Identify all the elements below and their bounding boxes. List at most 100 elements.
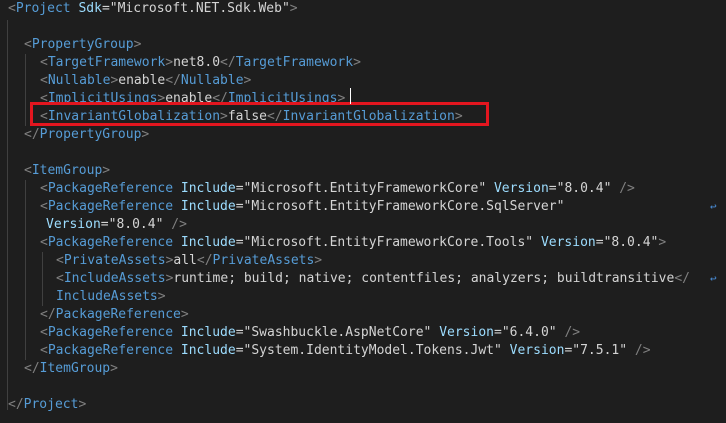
- code-token-br: <: [40, 235, 48, 250]
- code-token-tag: PackageReference: [55, 307, 181, 322]
- code-token-br: <: [40, 73, 48, 88]
- code-line[interactable]: <PackageReference Include="Microsoft.Ent…: [8, 198, 564, 216]
- code-token-attr: Include: [180, 199, 236, 214]
- code-token-br: >: [133, 37, 142, 52]
- code-line[interactable]: <PropertyGroup>: [8, 36, 141, 54]
- code-token-tag: PackageReference: [47, 325, 174, 340]
- code-token-tag: TargetFramework: [47, 55, 166, 70]
- code-token-br: >: [353, 55, 361, 70]
- code-token-br: >: [658, 235, 667, 250]
- code-token-eq: =: [235, 199, 244, 214]
- code-token-q: ": [548, 325, 557, 340]
- code-line[interactable]: </ItemGroup>: [8, 360, 118, 378]
- code-line[interactable]: <ItemGroup>: [8, 162, 110, 180]
- code-token-attr: Include: [180, 325, 236, 340]
- code-token-tag: PackageReference: [47, 181, 174, 196]
- code-token-br: <: [40, 343, 48, 358]
- code-token-br: >: [314, 253, 323, 268]
- code-token-attr: Sdk: [78, 1, 102, 16]
- code-token-attr: Version: [439, 325, 494, 340]
- code-token-val: Microsoft.EntityFrameworkCore: [251, 181, 479, 196]
- code-token-val: 8.0.4: [116, 217, 156, 232]
- code-token-tag: PackageReference: [47, 343, 174, 358]
- code-token-br: </: [196, 253, 213, 268]
- code-token-eq: =: [595, 235, 604, 250]
- code-line[interactable]: </PropertyGroup>: [8, 126, 149, 144]
- code-token-eq: =: [101, 1, 110, 16]
- code-token-sp: [173, 325, 181, 340]
- code-token-attr: Version: [509, 343, 565, 358]
- code-token-eq: =: [493, 325, 502, 340]
- code-token-sp: [486, 181, 494, 196]
- word-wrap-icon: ↩: [710, 200, 717, 213]
- code-line[interactable]: <PackageReference Include="Microsoft.Ent…: [8, 180, 635, 198]
- code-token-val: System.IdentityModel.Tokens.Jwt: [251, 343, 494, 358]
- code-token-text: enable: [118, 73, 166, 88]
- code-token-q: ": [572, 343, 581, 358]
- code-token-br: >: [180, 307, 189, 322]
- code-line[interactable]: IncludeAssets>: [8, 288, 166, 306]
- code-line[interactable]: <PackageReference Include="System.Identi…: [8, 342, 651, 360]
- code-token-br: </: [8, 397, 24, 412]
- code-token-sp: [431, 325, 439, 340]
- code-token-sp: [173, 235, 181, 250]
- code-line[interactable]: <PackageReference Include="Microsoft.Ent…: [8, 234, 666, 252]
- code-token-val: 8.0.4: [564, 181, 604, 196]
- code-token-val: Microsoft.EntityFrameworkCore.Tools: [251, 235, 526, 250]
- code-token-br: >: [165, 55, 174, 70]
- code-token-val: 6.4.0: [509, 325, 549, 340]
- code-token-sp: [173, 181, 181, 196]
- code-token-br: <: [40, 55, 48, 70]
- code-line[interactable]: <Project Sdk="Microsoft.NET.Sdk.Web">: [8, 0, 298, 18]
- code-token-br: </: [24, 361, 40, 376]
- code-line[interactable]: <TargetFramework>net8.0</TargetFramework…: [8, 54, 361, 72]
- code-line[interactable]: <IncludeAssets>runtime; build; native; c…: [8, 270, 690, 288]
- code-token-tag: PackageReference: [47, 235, 174, 250]
- code-token-br: >: [289, 1, 298, 16]
- code-token-tag: PropertyGroup: [39, 127, 142, 142]
- code-line[interactable]: <Nullable>enable</Nullable>: [8, 72, 251, 90]
- code-token-q: ": [619, 343, 628, 358]
- code-token-tag: ItemGroup: [31, 163, 103, 178]
- text-caret: [350, 88, 351, 104]
- code-token-q: ": [281, 1, 290, 16]
- code-token-sp: [502, 343, 510, 358]
- code-token-text: net8.0: [173, 55, 221, 70]
- code-token-eq: =: [235, 181, 244, 196]
- code-line[interactable]: <PrivateAssets>all</PrivateAssets>: [8, 252, 322, 270]
- code-line[interactable]: <PackageReference Include="Swashbuckle.A…: [8, 324, 580, 342]
- code-token-attr: Include: [180, 235, 236, 250]
- code-token-eq: =: [235, 235, 244, 250]
- code-token-q: ": [556, 199, 565, 214]
- code-token-eq: =: [548, 181, 557, 196]
- code-token-tag: PropertyGroup: [31, 37, 134, 52]
- code-token-tag: Nullable: [47, 73, 111, 88]
- code-token-br: <: [8, 1, 16, 16]
- code-token-br: </: [674, 271, 690, 286]
- code-token-q: ": [478, 181, 487, 196]
- code-editor[interactable]: <Project Sdk="Microsoft.NET.Sdk.Web"> <Pr…: [0, 0, 726, 423]
- code-token-attr: Include: [180, 181, 236, 196]
- code-token-attr: Version: [493, 181, 549, 196]
- code-line[interactable]: Version="8.0.4" />: [8, 216, 187, 234]
- code-token-q: ": [493, 343, 502, 358]
- code-token-attr: Version: [540, 235, 596, 250]
- code-token-tag: ItemGroup: [39, 361, 111, 376]
- code-token-br: <: [24, 163, 32, 178]
- code-token-br: </: [24, 127, 40, 142]
- code-token-eq: =: [235, 325, 244, 340]
- code-token-br: <: [24, 37, 32, 52]
- code-token-q: ": [501, 325, 510, 340]
- code-token-br: </: [165, 73, 181, 88]
- code-token-tag: TargetFramework: [235, 55, 354, 70]
- code-token-br: />: [634, 343, 651, 358]
- code-line[interactable]: </Project>: [8, 396, 86, 414]
- code-token-tag: IncludeAssets: [56, 289, 158, 304]
- code-token-br: />: [171, 217, 187, 232]
- code-token-val: Microsoft.EntityFrameworkCore.SqlServer: [251, 199, 557, 214]
- code-token-sp: [533, 235, 541, 250]
- code-token-br: >: [141, 127, 150, 142]
- code-token-q: ": [109, 1, 118, 16]
- code-token-eq: =: [235, 343, 244, 358]
- code-line[interactable]: </PackageReference>: [8, 306, 189, 324]
